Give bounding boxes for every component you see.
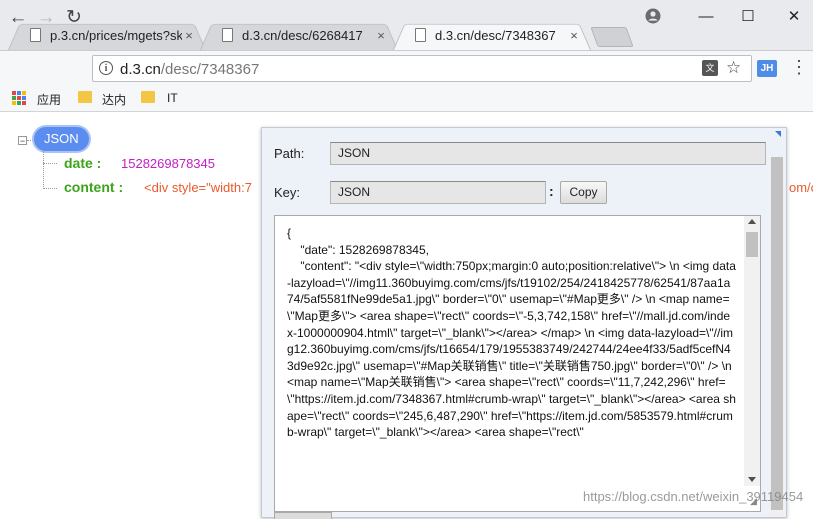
panel-corner-marker <box>775 131 781 137</box>
tree-value-date[interactable]: 1528269878345 <box>121 156 215 171</box>
translate-icon[interactable]: 文 <box>702 60 718 76</box>
apps-icon[interactable] <box>12 91 26 105</box>
tab-label: d.3.cn/desc/7348367 <box>435 27 556 43</box>
tree-value-overflow: om/c <box>789 180 813 195</box>
textarea-scrollbar[interactable] <box>744 216 760 486</box>
bookmark-danei[interactable]: 达内 <box>102 91 126 108</box>
tab-desc-7348367[interactable]: d.3.cn/desc/7348367 × <box>393 20 591 50</box>
page-icon <box>30 28 41 42</box>
panel-scroll-thumb[interactable] <box>771 157 783 510</box>
info-icon[interactable]: i <box>99 61 113 75</box>
page-icon <box>222 28 233 42</box>
scroll-up-arrow-icon[interactable] <box>748 219 756 224</box>
address-bar[interactable]: i d.3.cn/desc/7348367 <box>92 55 752 82</box>
scroll-down-arrow-icon[interactable] <box>748 477 756 482</box>
close-icon[interactable]: × <box>374 28 388 43</box>
bookmark-apps[interactable]: 应用 <box>37 91 61 108</box>
star-icon[interactable]: ☆ <box>726 58 741 78</box>
textarea-scroll-thumb[interactable] <box>746 232 758 257</box>
path-field[interactable]: JSON <box>330 142 766 165</box>
url-host: d.3.cn <box>120 61 161 78</box>
key-colon: : <box>549 183 554 199</box>
url-path: /desc/7348367 <box>160 61 260 78</box>
forward-button[interactable]: → <box>36 8 56 28</box>
tree-key-content[interactable]: content : <box>64 179 123 195</box>
profile-icon[interactable] <box>645 8 661 24</box>
tree-connector <box>43 188 57 189</box>
folder-icon <box>141 91 155 103</box>
bookmark-it[interactable]: IT <box>167 91 178 105</box>
close-icon[interactable]: × <box>567 28 581 43</box>
menu-icon[interactable]: ⋮ <box>790 58 808 76</box>
url-text: d.3.cn/desc/7348367 <box>120 61 259 78</box>
json-textarea[interactable]: { "date": 1528269878345, "content": "<di… <box>274 215 761 512</box>
copy-button[interactable]: Copy <box>560 181 607 204</box>
tree-connector <box>43 163 57 164</box>
reload-button[interactable]: ↻ <box>64 8 84 28</box>
tree-connector <box>43 151 44 189</box>
json-root-node[interactable]: JSON <box>34 127 89 151</box>
tab-desc-6268417[interactable]: d.3.cn/desc/6268417 × <box>200 20 398 50</box>
back-button[interactable]: ← <box>8 8 28 28</box>
key-label: Key: <box>274 185 301 200</box>
window-close-button[interactable]: ✕ <box>779 6 809 28</box>
folder-icon <box>78 91 92 103</box>
maximize-button[interactable]: ☐ <box>733 6 763 28</box>
close-icon[interactable]: × <box>182 28 196 43</box>
collapse-icon[interactable]: − <box>18 136 27 146</box>
tree-value-content[interactable]: <div style="width:7 <box>144 180 252 195</box>
new-tab-button[interactable] <box>590 27 634 47</box>
path-label: Path: <box>274 146 305 161</box>
tree-key-date[interactable]: date : <box>64 155 101 171</box>
extension-jh-icon[interactable]: JH <box>757 60 777 77</box>
key-field[interactable]: JSON <box>330 181 546 204</box>
page-icon <box>415 28 426 42</box>
json-text: { "date": 1528269878345, "content": "<di… <box>287 226 736 440</box>
tab-label: p.3.cn/prices/mgets?sk <box>50 27 182 43</box>
panel-scrollbar[interactable] <box>770 157 784 517</box>
tab-label: d.3.cn/desc/6268417 <box>242 27 363 43</box>
minimize-button[interactable]: — <box>691 6 721 28</box>
watermark: https://blog.csdn.net/weixin_39119454 <box>583 489 804 504</box>
